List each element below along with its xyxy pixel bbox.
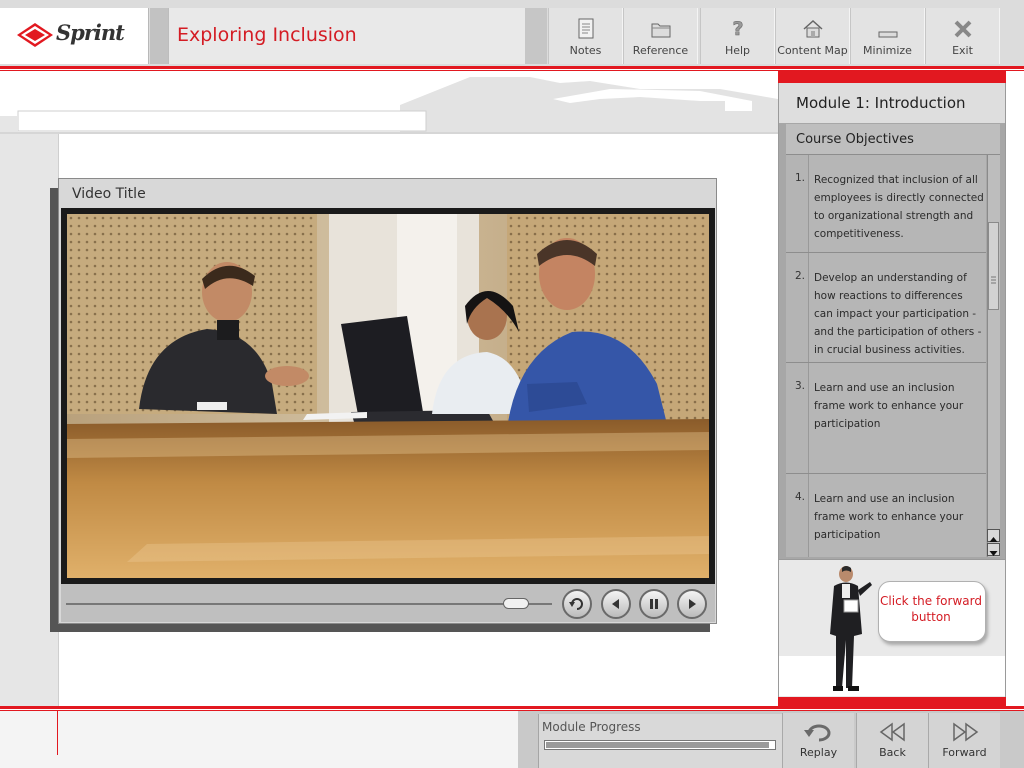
meeting-photo xyxy=(67,214,709,578)
objective-text: Recognized that inclusion of all employe… xyxy=(814,174,984,240)
replay-button[interactable]: Replay xyxy=(782,713,854,768)
header-rule xyxy=(0,66,1024,69)
video-replay-button[interactable] xyxy=(562,589,592,619)
logo-text: Sprint xyxy=(56,20,125,45)
progress-label: Module Progress xyxy=(542,720,641,734)
sidebar-top-bar xyxy=(778,71,1006,83)
objectives-list[interactable]: 1. Recognized that inclusion of all empl… xyxy=(786,155,986,557)
objectives-title: Course Objectives xyxy=(796,132,914,147)
exit-button[interactable]: Exit xyxy=(925,8,1000,64)
pause-icon xyxy=(650,599,658,609)
objective-number: 1. xyxy=(795,172,806,184)
scroll-down-button[interactable] xyxy=(987,543,1000,556)
content-map-label: Content Map xyxy=(777,44,848,57)
reference-label: Reference xyxy=(632,44,689,57)
forward-label: Forward xyxy=(942,746,987,759)
video-player[interactable] xyxy=(67,214,709,578)
footer-rule xyxy=(0,706,1024,709)
video-title: Video Title xyxy=(72,186,146,202)
forward-icon xyxy=(953,722,979,742)
notes-icon xyxy=(578,18,594,39)
objective-text-column: Learn and use an inclusion frame work to… xyxy=(808,363,986,473)
objective-number: 3. xyxy=(795,380,806,392)
exit-label: Exit xyxy=(952,44,973,57)
scrub-track[interactable] xyxy=(66,603,552,605)
progress-fill xyxy=(546,742,769,748)
list-item: 2. Develop an understanding of how react… xyxy=(786,253,986,363)
svg-text:?: ? xyxy=(732,18,743,40)
previous-icon xyxy=(612,599,619,609)
course-title: Exploring Inclusion xyxy=(177,24,357,46)
replay-icon xyxy=(804,724,831,742)
list-item: 1. Recognized that inclusion of all empl… xyxy=(786,155,986,253)
list-item: 3. Learn and use an inclusion frame work… xyxy=(786,363,986,474)
sprint-logo-icon xyxy=(17,23,53,47)
hint-text: Click the forward button xyxy=(880,594,982,624)
footer-marker xyxy=(57,711,58,755)
video-next-button[interactable] xyxy=(677,589,707,619)
scroll-up-button[interactable] xyxy=(987,529,1000,542)
objective-text-column: Recognized that inclusion of all employe… xyxy=(808,155,986,252)
guide-person-icon xyxy=(830,566,872,691)
folder-icon xyxy=(651,23,671,38)
back-button[interactable]: Back xyxy=(856,713,928,768)
replay-label: Replay xyxy=(799,746,838,759)
minimize-label: Minimize xyxy=(863,44,912,57)
module-title: Module 1: Introduction xyxy=(796,94,966,112)
minimize-button[interactable]: Minimize xyxy=(850,8,925,64)
help-icon: ? xyxy=(732,18,744,40)
sidebar-bottom-bar xyxy=(778,697,1006,706)
objective-text: Learn and use an inclusion frame work to… xyxy=(814,493,964,541)
scrub-handle[interactable] xyxy=(503,598,529,609)
skyline-graphic xyxy=(17,77,778,134)
close-icon xyxy=(954,20,972,38)
help-label: Help xyxy=(724,44,751,57)
header-band-shadow xyxy=(0,116,18,132)
help-button[interactable]: ? Help xyxy=(700,8,775,64)
back-label: Back xyxy=(879,746,906,759)
forward-button[interactable]: Forward xyxy=(928,713,1000,768)
content-map-button[interactable]: Content Map xyxy=(775,8,850,64)
objective-text-column: Develop an understanding of how reaction… xyxy=(808,253,986,362)
objective-text: Develop an understanding of how reaction… xyxy=(814,272,982,356)
objectives-scrollbar[interactable] xyxy=(987,155,1000,557)
notes-label: Notes xyxy=(569,44,602,57)
replay-icon xyxy=(569,598,583,610)
grip-icon xyxy=(991,276,996,284)
scrollbar-thumb[interactable] xyxy=(988,222,999,310)
guide-floor xyxy=(779,656,1005,696)
objective-number: 4. xyxy=(795,491,806,503)
toolbar-divider xyxy=(150,8,168,64)
objective-text-column: Learn and use an inclusion frame work to… xyxy=(808,474,986,557)
arrow-down-icon xyxy=(989,551,998,556)
house-icon xyxy=(803,19,823,38)
video-previous-button[interactable] xyxy=(601,589,631,619)
video-pause-button[interactable] xyxy=(639,589,669,619)
objective-text: Learn and use an inclusion frame work to… xyxy=(814,382,964,430)
toolbar-divider xyxy=(525,8,547,64)
reference-button[interactable]: Reference xyxy=(623,8,698,64)
minimize-icon xyxy=(878,31,898,38)
back-icon xyxy=(879,722,905,742)
play-icon xyxy=(689,599,696,609)
list-item: 4. Learn and use an inclusion frame work… xyxy=(786,474,986,557)
objective-number: 2. xyxy=(795,270,806,282)
notes-button[interactable]: Notes xyxy=(548,8,623,64)
